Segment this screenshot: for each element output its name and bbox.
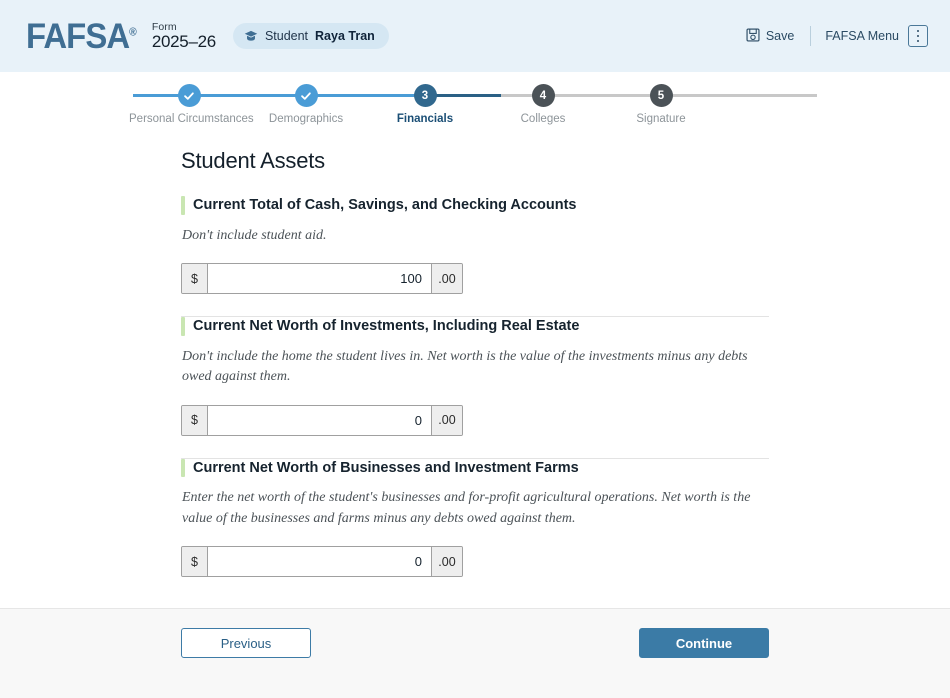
footer-bar: Previous Continue — [0, 608, 950, 698]
check-icon — [183, 90, 195, 102]
question-help-text: Don't include student aid. — [182, 227, 327, 243]
cents-suffix-addon: .00 — [431, 405, 462, 435]
cents-suffix-addon: .00 — [431, 264, 462, 294]
stepper-step-demographics[interactable]: Demographics — [246, 84, 366, 125]
header-divider — [810, 26, 812, 46]
form-year-value: 2025–26 — [151, 31, 216, 51]
page-root: FAFSA® Form 2025–26 Student Raya Tran Sa… — [0, 0, 950, 698]
cents-suffix-addon: .00 — [431, 547, 462, 577]
student-chip-role: Student — [264, 29, 309, 43]
money-input-group[interactable]: $ .00 — [181, 546, 463, 578]
question-help-text: Enter the net worth of the student's bus… — [182, 490, 751, 526]
check-icon — [300, 90, 312, 102]
progress-stepper: Personal Circumstances Demographics 3 Fi… — [118, 84, 832, 130]
stepper-label-2: Demographics — [268, 113, 344, 125]
fafsa-menu-label[interactable]: FAFSA Menu — [825, 29, 899, 43]
stepper-label-4: Colleges — [520, 113, 566, 125]
question-label: Current Net Worth of Businesses and Inve… — [193, 459, 579, 476]
currency-prefix-addon: $ — [182, 405, 208, 435]
continue-button[interactable]: Continue — [639, 628, 769, 658]
main-content: Student Assets Current Total of Cash, Sa… — [181, 132, 769, 599]
form-year-block: Form 2025–26 — [151, 20, 216, 51]
stepper-step-colleges[interactable]: 4 Colleges — [483, 84, 603, 125]
question-label-row: Current Net Worth of Investments, Includ… — [181, 317, 769, 336]
graduation-cap-icon — [244, 30, 258, 43]
stepper-step-personal-circumstances[interactable]: Personal Circumstances — [129, 84, 254, 125]
form-label: Form — [151, 20, 177, 33]
student-role-chip[interactable]: Student Raya Tran — [232, 23, 389, 49]
question-net-worth-investments: Current Net Worth of Investments, Includ… — [181, 317, 769, 457]
stepper-bubble-3: 3 — [413, 84, 437, 107]
stepper-bubble-5: 5 — [649, 84, 673, 107]
money-input-group[interactable]: $ .00 — [181, 404, 463, 436]
kebab-menu-icon[interactable] — [908, 25, 928, 47]
stepper-track-7 — [737, 94, 817, 97]
question-net-worth-businesses-farms: Current Net Worth of Businesses and Inve… — [181, 458, 769, 599]
footer-actions: Previous Continue — [181, 609, 769, 658]
net-worth-investments-input[interactable] — [208, 405, 431, 435]
question-label: Current Total of Cash, Savings, and Chec… — [193, 197, 577, 213]
registered-mark-icon: ® — [129, 25, 137, 38]
page-title: Student Assets — [181, 148, 325, 173]
kebab-dot — [916, 34, 920, 38]
stepper-label-5: Signature — [636, 113, 686, 125]
question-help-text: Don't include the home the student lives… — [182, 348, 748, 385]
money-input-group[interactable]: $ .00 — [181, 263, 463, 295]
net-worth-businesses-farms-input[interactable] — [208, 547, 431, 577]
brand-block: FAFSA® Form 2025–26 Student Raya Tran — [26, 19, 389, 54]
question-cash-savings-checking: Current Total of Cash, Savings, and Chec… — [181, 196, 769, 316]
stepper-bubble-4: 4 — [531, 84, 555, 107]
progress-stepper-wrap: Personal Circumstances Demographics 3 Fi… — [0, 72, 950, 132]
accent-bar — [181, 317, 185, 336]
site-header: FAFSA® Form 2025–26 Student Raya Tran Sa… — [0, 0, 950, 72]
question-label-row: Current Net Worth of Businesses and Inve… — [181, 458, 769, 478]
save-button[interactable]: Save — [744, 24, 797, 49]
header-actions: Save FAFSA Menu — [744, 24, 928, 49]
fafsa-logo-text: FAFSA — [26, 16, 130, 56]
student-chip-name: Raya Tran — [315, 29, 375, 43]
question-label-row: Current Total of Cash, Savings, and Chec… — [181, 196, 769, 215]
kebab-dot — [916, 39, 920, 43]
question-label: Current Net Worth of Investments, Includ… — [193, 318, 580, 335]
cash-savings-checking-input[interactable] — [208, 264, 431, 294]
stepper-bubble-1 — [177, 84, 201, 107]
kebab-dot — [916, 29, 920, 33]
stepper-label-3: Financials — [396, 113, 454, 125]
stepper-step-signature[interactable]: 5 Signature — [601, 84, 721, 125]
currency-prefix-addon: $ — [182, 547, 208, 577]
accent-bar — [181, 196, 185, 215]
save-floppy-icon — [746, 27, 760, 45]
save-label: Save — [765, 29, 795, 43]
stepper-bubble-2 — [294, 84, 318, 107]
accent-bar — [181, 458, 185, 478]
currency-prefix-addon: $ — [182, 264, 208, 294]
stepper-step-financials[interactable]: 3 Financials — [365, 84, 485, 125]
previous-button[interactable]: Previous — [181, 628, 311, 658]
fafsa-logo: FAFSA® — [26, 16, 137, 56]
stepper-label-1: Personal Circumstances — [129, 113, 254, 125]
